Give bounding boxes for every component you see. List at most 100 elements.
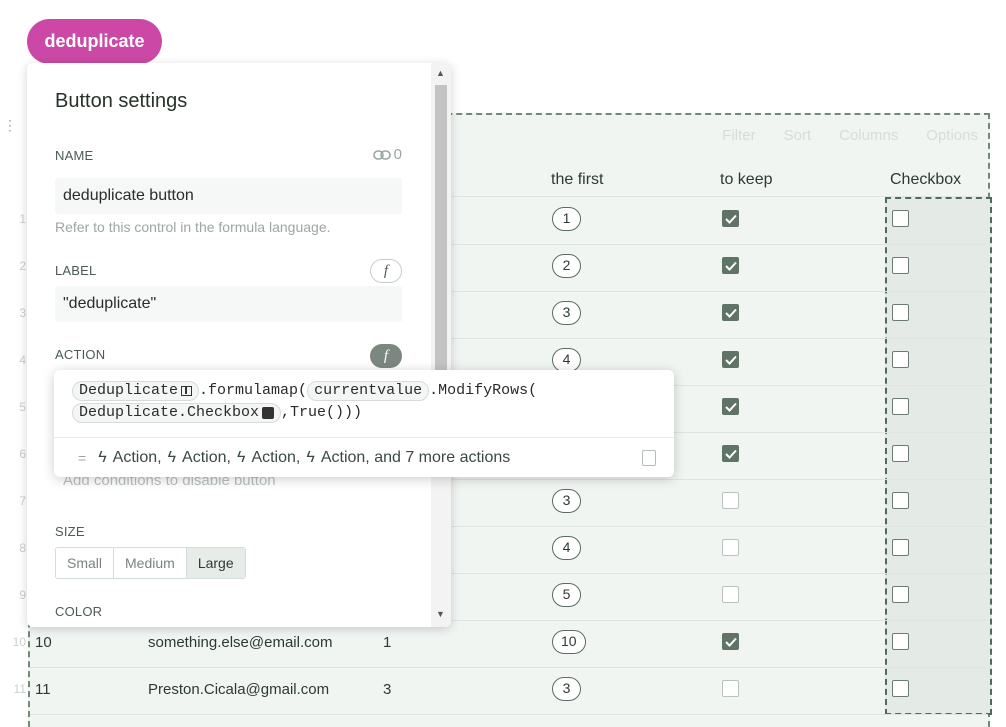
checkbox-cell[interactable]: [892, 445, 909, 462]
checkbox-cell[interactable]: [892, 398, 909, 415]
fx-icon: f: [383, 262, 389, 279]
first-pill[interactable]: 4: [552, 348, 581, 372]
formula-code[interactable]: Deduplicate .formulamap( currentvalue .Modi…: [72, 380, 537, 424]
lightning-icon: ϟ: [236, 449, 246, 466]
copy-icon[interactable]: [642, 450, 656, 466]
row-number: 8: [19, 541, 26, 555]
to-keep-checkbox[interactable]: [722, 633, 739, 650]
row-number: 7: [19, 494, 26, 508]
row-number: 5: [19, 400, 26, 414]
name-hint: Refer to this control in the formula lan…: [55, 219, 331, 235]
checkbox-cell[interactable]: [892, 633, 909, 650]
row-number: 4: [19, 353, 26, 367]
first-pill[interactable]: 4: [552, 536, 581, 560]
options-button[interactable]: Options: [926, 127, 978, 144]
label-label: LABEL: [55, 263, 97, 278]
checkbox-icon: [262, 407, 275, 419]
size-small[interactable]: Small: [56, 548, 115, 578]
checkbox-cell[interactable]: [892, 257, 909, 274]
formula-editor[interactable]: Deduplicate .formulamap( currentvalue .Modi…: [54, 370, 674, 477]
currentvalue-token[interactable]: currentvalue: [307, 381, 430, 401]
to-keep-checkbox[interactable]: [722, 351, 739, 368]
to-keep-checkbox[interactable]: [722, 492, 739, 509]
row-label: 11: [35, 681, 51, 698]
checkbox-cell[interactable]: [892, 680, 909, 697]
scroll-down-icon[interactable]: ▼: [436, 609, 445, 619]
lightning-icon: ϟ: [306, 449, 315, 466]
lightning-icon: ϟ: [167, 449, 177, 466]
formula-part-1: .formulamap(: [199, 382, 308, 399]
checkbox-cell[interactable]: [892, 539, 909, 556]
to-keep-checkbox[interactable]: [722, 210, 739, 227]
formula-part-2: .ModifyRows(: [429, 382, 538, 399]
scroll-thumb[interactable]: [435, 85, 447, 405]
count-cell[interactable]: 3: [383, 681, 391, 698]
to-keep-checkbox[interactable]: [722, 539, 739, 556]
first-pill[interactable]: 5: [552, 583, 581, 607]
formula-divider: [54, 437, 674, 438]
checkbox-cell[interactable]: [892, 304, 909, 321]
lightning-icon: ϟ: [98, 449, 107, 466]
row-number: 6: [19, 447, 26, 461]
size-medium[interactable]: Medium: [114, 548, 187, 578]
row-number: 9: [19, 588, 26, 602]
name-field[interactable]: deduplicate button: [55, 178, 402, 214]
to-keep-checkbox[interactable]: [722, 304, 739, 321]
size-selector: Small Medium Large: [55, 547, 246, 579]
currentvalue-label: currentvalue: [314, 382, 423, 399]
name-label: NAME: [55, 148, 94, 163]
references-count-value: 0: [393, 146, 402, 163]
email-cell[interactable]: Preston.Cicala@gmail.com: [148, 681, 329, 698]
filter-button[interactable]: Filter: [722, 127, 755, 144]
result-action-summary: Action, and 7 more actions: [320, 449, 511, 466]
first-pill[interactable]: 1: [552, 207, 581, 231]
checkbox-cell[interactable]: [892, 492, 909, 509]
fx-icon: f: [383, 347, 389, 364]
checkbox-cell[interactable]: [892, 586, 909, 603]
row-label: 10: [35, 634, 52, 651]
column-token-label: Deduplicate.Checkbox: [79, 404, 260, 421]
table-token[interactable]: Deduplicate: [72, 381, 200, 401]
column-token[interactable]: Deduplicate.Checkbox: [72, 403, 282, 423]
to-keep-checkbox[interactable]: [722, 257, 739, 274]
row-number: 2: [19, 259, 26, 273]
label-field[interactable]: "deduplicate": [55, 286, 402, 322]
row-number: 11: [13, 682, 26, 696]
checkbox-cell[interactable]: [892, 210, 909, 227]
references-count[interactable]: 0: [372, 146, 402, 163]
scroll-up-icon[interactable]: ▲: [436, 68, 445, 78]
equals-icon: =: [78, 450, 87, 466]
table-row[interactable]: 11 11 Preston.Cicala@gmail.com 3 3: [14, 668, 988, 715]
first-pill[interactable]: 2: [552, 254, 581, 278]
formula-part-3: ,True())): [281, 404, 363, 421]
deduplicate-button[interactable]: deduplicate: [27, 19, 162, 64]
column-header-to-keep[interactable]: to keep: [720, 171, 772, 189]
result-action-1: Action,: [112, 449, 162, 466]
to-keep-checkbox[interactable]: [722, 398, 739, 415]
row-number: 1: [19, 212, 26, 226]
to-keep-checkbox[interactable]: [722, 445, 739, 462]
column-header-checkbox[interactable]: Checkbox: [890, 171, 961, 189]
table-row[interactable]: 10 10 something.else@email.com 1 10: [13, 621, 988, 668]
columns-button[interactable]: Columns: [839, 127, 898, 144]
table-icon: [181, 386, 193, 396]
column-header-the-first[interactable]: the first: [551, 171, 603, 189]
checkbox-cell[interactable]: [892, 351, 909, 368]
size-large[interactable]: Large: [186, 548, 245, 578]
to-keep-checkbox[interactable]: [722, 586, 739, 603]
sort-button[interactable]: Sort: [784, 127, 812, 144]
label-formula-button[interactable]: f: [370, 259, 402, 283]
first-pill[interactable]: 3: [552, 489, 581, 513]
drag-handle-icon[interactable]: ⋮: [3, 118, 17, 137]
result-action-2: Action,: [182, 449, 231, 466]
email-cell[interactable]: something.else@email.com: [148, 634, 332, 651]
link-icon: [372, 149, 391, 160]
to-keep-checkbox[interactable]: [722, 680, 739, 697]
first-pill[interactable]: 10: [552, 630, 586, 654]
panel-scrollbar[interactable]: ▲ ▼: [431, 63, 451, 627]
action-formula-button[interactable]: f: [370, 344, 402, 368]
row-number: 10: [12, 635, 26, 649]
count-cell[interactable]: 1: [383, 634, 391, 651]
first-pill[interactable]: 3: [552, 677, 581, 701]
first-pill[interactable]: 3: [552, 301, 581, 325]
